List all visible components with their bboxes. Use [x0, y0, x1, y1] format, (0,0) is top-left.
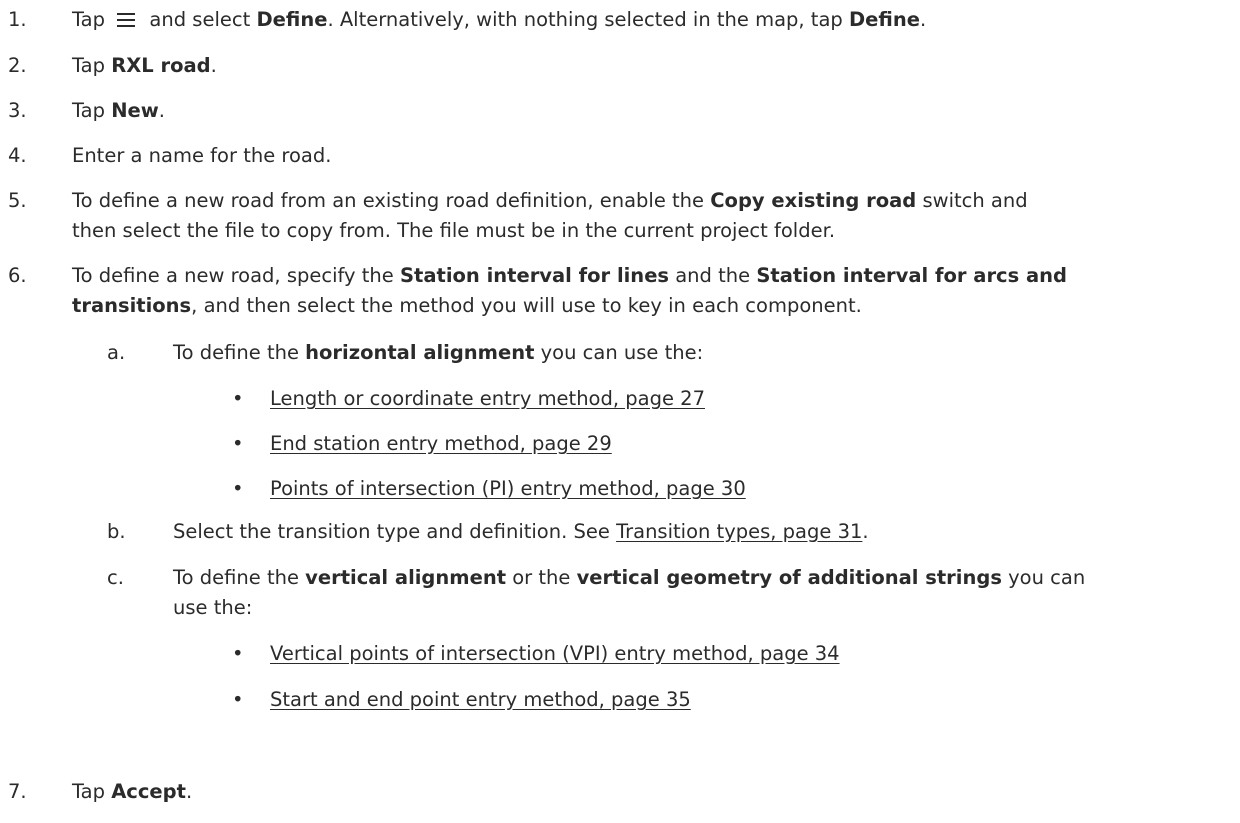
step-4: 4.	[8, 142, 27, 170]
text: Tap	[72, 54, 106, 77]
ui-term-define: Define	[256, 8, 328, 31]
substep-letter: b.	[107, 520, 126, 543]
text: you can	[1008, 566, 1086, 589]
step-3: 3.	[8, 97, 27, 125]
text: .	[185, 780, 193, 803]
step-5: 5.	[8, 187, 27, 215]
ui-term-new: New	[111, 99, 159, 122]
link-vpi-entry[interactable]: Vertical points of intersection (VPI) en…	[270, 640, 840, 668]
substep-a: a.	[107, 339, 125, 367]
text: use the:	[173, 596, 253, 619]
text: or the	[512, 566, 571, 589]
text: To define a new road, specify the	[72, 264, 394, 287]
substep-c-text-line1: To define the vertical alignment or the …	[173, 564, 1085, 592]
step-1-text: Tap and select Define. Alternatively, wi…	[72, 6, 926, 34]
bullet: •	[232, 642, 244, 665]
substep-b-text: Select the transition type and definitio…	[173, 518, 869, 546]
substep-c: c.	[107, 564, 124, 592]
text: switch and	[922, 189, 1028, 212]
bullet: •	[232, 477, 244, 500]
step-number: 4.	[8, 144, 27, 167]
step-2-text: Tap RXL road.	[72, 52, 217, 80]
step-number: 2.	[8, 54, 27, 77]
link-transition-types[interactable]: Transition types, page 31	[616, 520, 862, 543]
text: .	[919, 8, 927, 31]
step-4-text: Enter a name for the road.	[72, 142, 331, 170]
text: .	[210, 54, 217, 77]
substep-c-text-line2: use the:	[173, 594, 252, 622]
text: you can use the:	[540, 341, 704, 364]
step-number: 6.	[8, 264, 27, 287]
ui-term-vertical-geometry: vertical geometry of additional strings	[576, 566, 1002, 589]
step-3-text: Tap New.	[72, 97, 165, 125]
step-1: 1.	[8, 6, 27, 34]
step-6: 6.	[8, 262, 27, 290]
step-7-text: Tap Accept.	[72, 778, 192, 806]
ui-term-copy-existing-road: Copy existing road	[710, 189, 917, 212]
text: To define a new road from an existing ro…	[72, 189, 705, 212]
text: . Alternatively, with nothing selected i…	[327, 8, 843, 31]
text: .	[862, 520, 869, 543]
ui-term-horizontal-alignment: horizontal alignment	[305, 341, 535, 364]
text: To define the	[173, 566, 299, 589]
step-7: 7.	[8, 778, 27, 806]
step-5-text-line1: To define a new road from an existing ro…	[72, 187, 1028, 215]
link-pi-entry[interactable]: Points of intersection (PI) entry method…	[270, 475, 746, 503]
step-5-text-line2: then select the file to copy from. The f…	[72, 217, 835, 245]
text: Enter a name for the road.	[72, 144, 332, 167]
substep-a-text: To define the horizontal alignment you c…	[173, 339, 703, 367]
step-6-text-line1: To define a new road, specify the Statio…	[72, 262, 1067, 290]
step-number: 1.	[8, 8, 27, 31]
ui-term-transitions: transitions	[72, 294, 192, 317]
step-6-text-line2: transitions, and then select the method …	[72, 292, 862, 320]
ui-term-accept: Accept	[111, 780, 186, 803]
text: then select the file to copy from. The f…	[72, 219, 836, 242]
bullet: •	[232, 387, 244, 410]
text: Select the transition type and definitio…	[173, 520, 610, 543]
link-end-station-entry[interactable]: End station entry method, page 29	[270, 430, 612, 458]
text: Tap	[72, 780, 106, 803]
menu-icon	[117, 13, 136, 27]
text: and select	[149, 8, 251, 31]
step-number: 5.	[8, 189, 27, 212]
ui-term-define: Define	[848, 8, 920, 31]
text: and the	[675, 264, 751, 287]
ui-term-station-interval-lines: Station interval for lines	[399, 264, 670, 287]
ui-term-vertical-alignment: vertical alignment	[305, 566, 507, 589]
step-2: 2.	[8, 52, 27, 80]
text: , and then select the method you will us…	[191, 294, 862, 317]
text: To define the	[173, 341, 299, 364]
text: Tap	[72, 99, 106, 122]
step-number: 7.	[8, 780, 27, 803]
ui-term-station-interval-arcs: Station interval for arcs and	[756, 264, 1068, 287]
text: .	[158, 99, 165, 122]
substep-letter: a.	[107, 341, 126, 364]
step-number: 3.	[8, 99, 27, 122]
bullet: •	[232, 432, 244, 455]
bullet: •	[232, 688, 244, 711]
link-start-end-point-entry[interactable]: Start and end point entry method, page 3…	[270, 686, 691, 714]
substep-letter: c.	[107, 566, 124, 589]
link-length-coordinate-entry[interactable]: Length or coordinate entry method, page …	[270, 385, 705, 413]
substep-b: b.	[107, 518, 126, 546]
ui-term-rxl-road: RXL road	[111, 54, 211, 77]
text: Tap	[72, 8, 106, 31]
